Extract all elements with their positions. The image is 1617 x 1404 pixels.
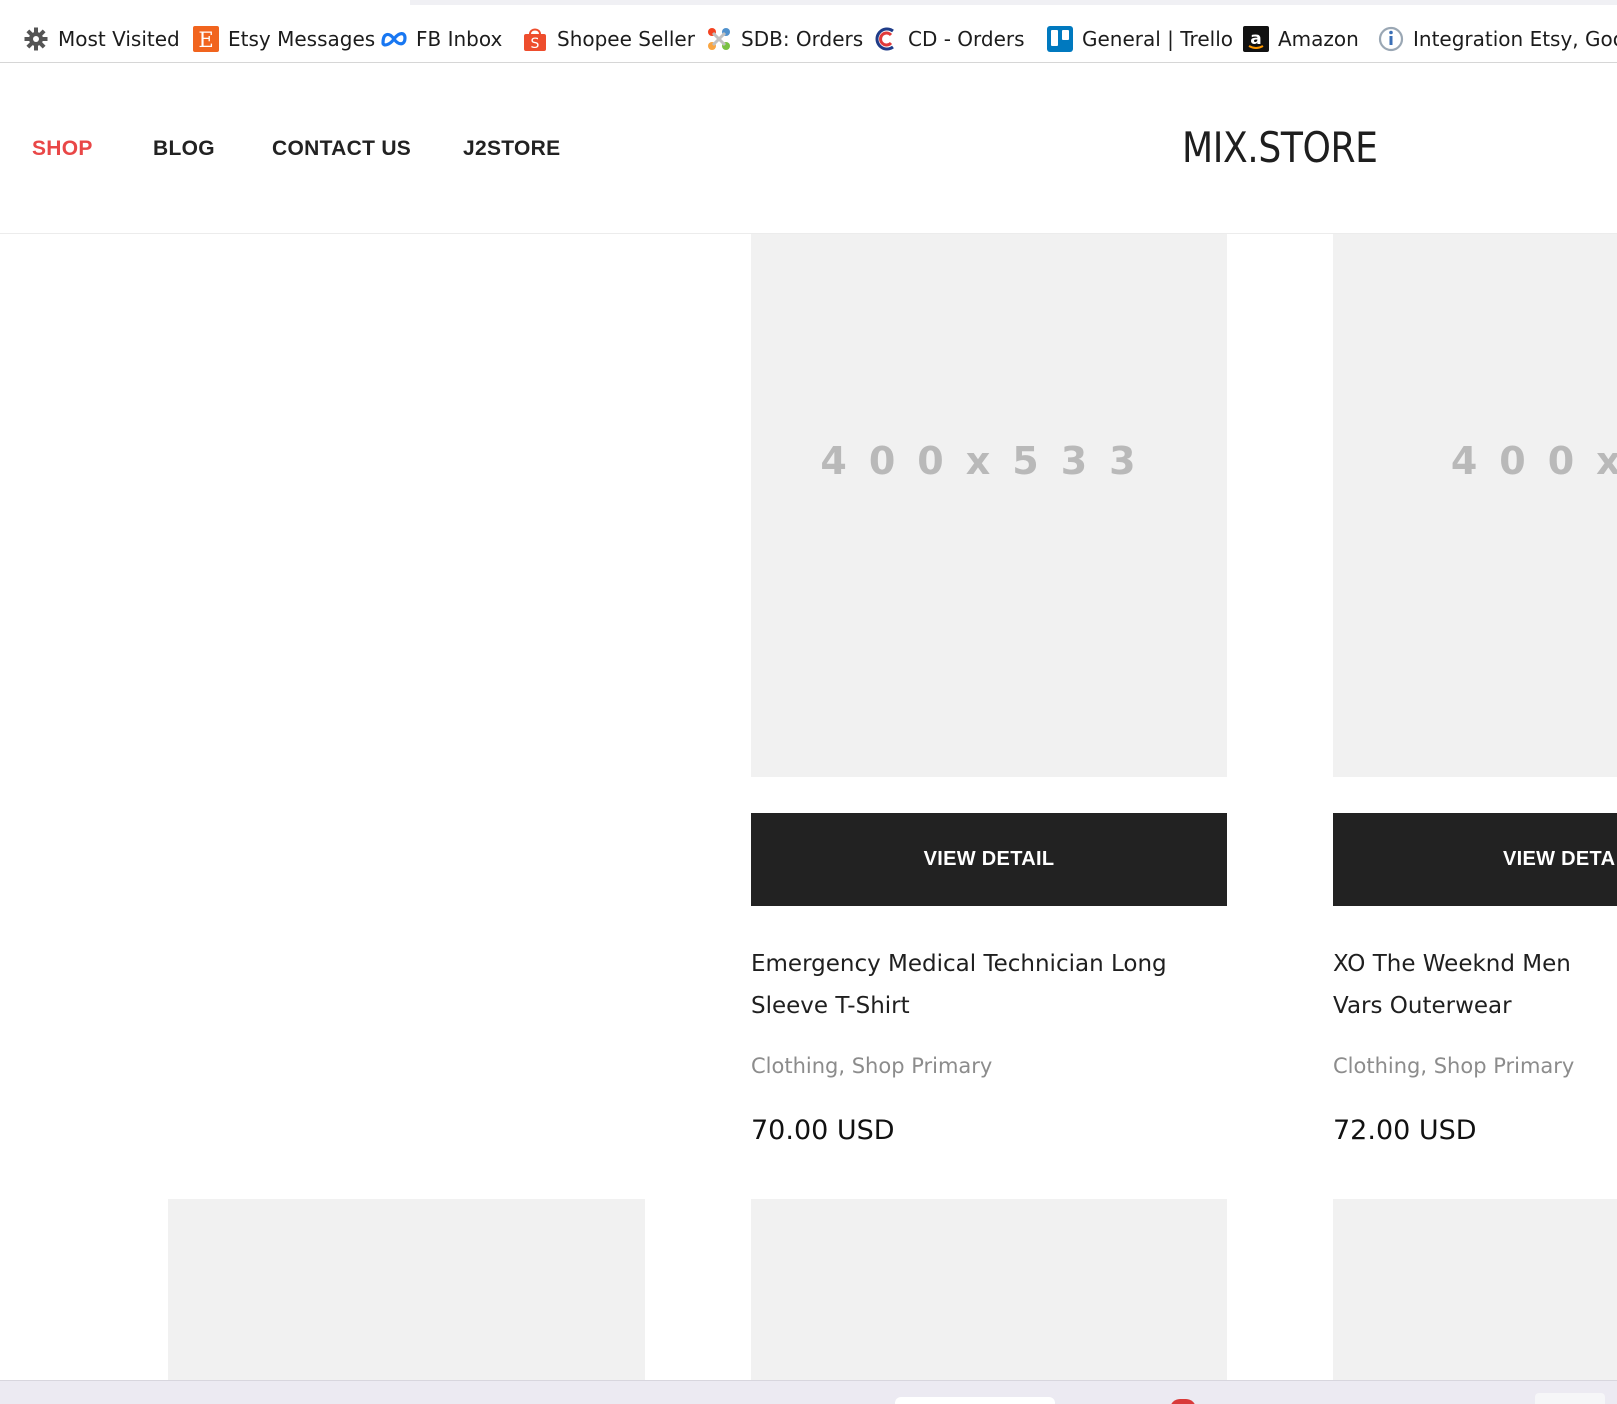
product-image[interactable] (751, 1199, 1227, 1380)
bookmark-cd-orders[interactable]: CD - Orders (872, 22, 1025, 56)
bookmark-label: Shopee Seller (557, 27, 695, 51)
bookmark-shopee-seller[interactable]: S Shopee Seller (521, 22, 695, 56)
bookmark-label: General | Trello (1082, 27, 1233, 51)
meta-icon (380, 25, 408, 53)
product-price: 70.00 USD (751, 1115, 895, 1146)
site-logo[interactable]: MIX.STORE (1182, 123, 1378, 172)
bookmark-amazon[interactable]: a Amazon (1242, 22, 1359, 56)
view-detail-button[interactable]: VIEW DETAIL (751, 813, 1227, 906)
cd-icon (872, 25, 900, 53)
os-taskbar (0, 1380, 1617, 1404)
product-categories[interactable]: Clothing, Shop Primary (751, 1054, 992, 1078)
bookmark-label: Amazon (1278, 27, 1359, 51)
taskbar-tray[interactable] (1535, 1393, 1605, 1404)
bookmark-general-trello[interactable]: General | Trello (1046, 22, 1233, 56)
view-detail-button[interactable]: VIEW DETA (1333, 813, 1617, 906)
image-placeholder-text: 400x533 (820, 439, 1158, 483)
nav-shop[interactable]: SHOP (32, 137, 93, 161)
bookmark-label: FB Inbox (416, 27, 503, 51)
nav-j2store[interactable]: J2STORE (463, 137, 560, 161)
taskbar-app-icon[interactable] (1170, 1399, 1196, 1404)
product-price: 72.00 USD (1333, 1115, 1477, 1146)
bookmark-sdb-orders[interactable]: SDB: Orders (705, 22, 863, 56)
info-icon (1377, 25, 1405, 53)
gear-icon (22, 25, 50, 53)
product-image[interactable] (1333, 1199, 1617, 1380)
bookmark-label: CD - Orders (908, 27, 1025, 51)
bookmark-etsy-messages[interactable]: E Etsy Messages (192, 22, 375, 56)
svg-text:a: a (1250, 29, 1261, 49)
site-header: SHOP BLOG CONTACT US J2STORE MIX.STORE (0, 63, 1617, 234)
shopee-icon: S (521, 25, 549, 53)
bookmark-label: Most Visited (58, 27, 180, 51)
tab-strip-edge (410, 0, 1617, 5)
svg-text:E: E (198, 28, 213, 52)
bookmark-most-visited[interactable]: Most Visited (22, 22, 180, 56)
nav-blog[interactable]: BLOG (153, 137, 215, 161)
nav-contact-us[interactable]: CONTACT US (272, 137, 411, 161)
product-image[interactable]: 400x533 (751, 234, 1227, 777)
amazon-icon: a (1242, 25, 1270, 53)
etsy-icon: E (192, 25, 220, 53)
svg-text:S: S (531, 36, 540, 52)
trello-icon (1046, 25, 1074, 53)
product-categories[interactable]: Clothing, Shop Primary (1333, 1054, 1574, 1078)
bookmark-integration-etsy[interactable]: Integration Etsy, Goog (1377, 22, 1617, 56)
bookmark-label: Etsy Messages (228, 27, 376, 51)
taskbar-search[interactable] (895, 1397, 1055, 1404)
product-image[interactable]: 400x5 (1333, 234, 1617, 777)
product-title[interactable]: Emergency Medical Technician Long Sleeve… (751, 943, 1227, 1027)
bookmarks-bar: Most Visited E Etsy Messages FB Inbox S … (0, 0, 1617, 63)
joomla-icon (705, 25, 733, 53)
image-placeholder-text: 400x5 (1450, 439, 1617, 483)
bookmark-fb-inbox[interactable]: FB Inbox (380, 22, 502, 56)
product-image[interactable] (168, 1199, 645, 1380)
bookmark-label: Integration Etsy, Goog (1413, 27, 1617, 51)
browser-page: Most Visited E Etsy Messages FB Inbox S … (0, 0, 1617, 1404)
bookmark-label: SDB: Orders (741, 27, 864, 51)
product-title[interactable]: XO The Weeknd Men Vars Outerwear (1333, 943, 1617, 1033)
